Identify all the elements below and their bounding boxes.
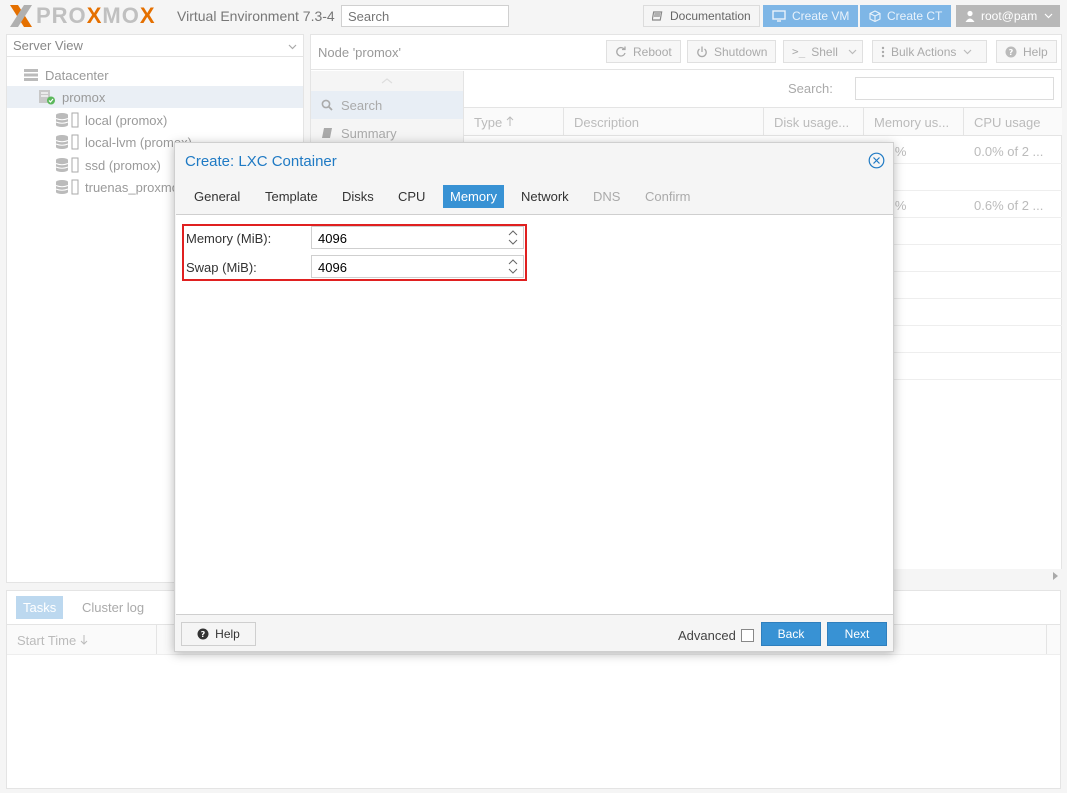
dialog-title: Create: LXC Container — [185, 153, 337, 170]
node-title: Node 'promox' — [318, 45, 402, 60]
question-icon: ? — [1005, 46, 1017, 58]
version-label: Virtual Environment 7.3-4 — [177, 8, 335, 24]
tree-item-node[interactable]: promox — [7, 86, 303, 108]
svg-text:?: ? — [1009, 48, 1014, 57]
grid-search-input[interactable] — [855, 77, 1054, 100]
reboot-button[interactable]: Reboot — [606, 40, 681, 63]
top-header: PROXMOX Virtual Environment 7.3-4 Docume… — [0, 0, 1067, 33]
tab-general[interactable]: General — [187, 185, 247, 208]
grid-search-label: Search: — [788, 81, 833, 96]
cube-icon — [869, 10, 881, 22]
column-header-disk[interactable]: Disk usage... — [774, 115, 849, 130]
book-icon — [652, 10, 664, 22]
storage-icon — [55, 179, 79, 195]
spinner-icon[interactable] — [508, 229, 518, 246]
chevron-right-icon — [1053, 572, 1058, 580]
tree-item-storage[interactable]: local (promox) — [7, 109, 303, 131]
chevron-down-icon — [848, 49, 857, 55]
tab-dns: DNS — [593, 189, 621, 204]
nav-scroll-up[interactable] — [311, 71, 463, 91]
nav-item-search[interactable]: Search — [311, 91, 463, 119]
documentation-button[interactable]: Documentation — [643, 5, 760, 27]
advanced-label: Advanced — [678, 628, 736, 643]
storage-icon — [55, 157, 79, 173]
tab-confirm: Confirm — [645, 189, 691, 204]
dialog-footer: ? Help Advanced Back Next — [175, 617, 893, 651]
memory-form: Memory (MiB): 4096 Swap (MiB): 4096 — [176, 214, 893, 615]
memory-input[interactable]: 4096 — [311, 226, 524, 249]
user-menu-button[interactable]: root@pam — [956, 5, 1060, 27]
datacenter-icon — [23, 68, 39, 82]
global-search-input[interactable] — [341, 5, 509, 27]
column-header-memory[interactable]: Memory us... — [874, 115, 949, 130]
tab-tasks[interactable]: Tasks — [16, 596, 64, 619]
tab-network[interactable]: Network — [514, 185, 576, 208]
create-vm-button[interactable]: Create VM — [763, 5, 859, 27]
column-header-type[interactable]: Type — [474, 115, 514, 130]
sort-asc-icon — [506, 116, 514, 126]
question-icon: ? — [197, 628, 209, 640]
column-header-description[interactable]: Description — [574, 115, 639, 130]
tree-item-datacenter[interactable]: Datacenter — [7, 64, 303, 86]
book-icon — [321, 127, 333, 139]
back-button[interactable]: Back — [761, 622, 821, 646]
bulk-actions-button[interactable]: Bulk Actions — [872, 40, 987, 63]
advanced-checkbox[interactable] — [741, 629, 754, 642]
storage-icon — [55, 134, 79, 150]
tab-cpu[interactable]: CPU — [391, 185, 432, 208]
chevron-down-icon — [288, 38, 297, 53]
terminal-icon: >_ — [792, 45, 806, 58]
spinner-icon[interactable] — [508, 258, 518, 275]
chevron-down-icon — [963, 49, 972, 55]
shutdown-button[interactable]: Shutdown — [687, 40, 777, 63]
proxmox-x-icon — [10, 5, 32, 27]
logo-text: PROXMOX — [36, 3, 156, 28]
server-view-select[interactable]: Server View — [7, 35, 303, 57]
chevron-down-icon — [1044, 13, 1053, 19]
tab-disks[interactable]: Disks — [335, 185, 381, 208]
tab-memory[interactable]: Memory — [443, 185, 504, 208]
reboot-icon — [615, 46, 627, 58]
column-header-start-time[interactable]: Start Time — [17, 633, 88, 648]
monitor-icon — [772, 10, 786, 22]
shell-button[interactable]: >_ Shell — [783, 40, 863, 63]
create-lxc-dialog: Create: LXC Container General Template D… — [174, 142, 894, 652]
chevron-up-icon — [381, 78, 393, 84]
svg-text:?: ? — [201, 630, 206, 639]
create-ct-button[interactable]: Create CT — [860, 5, 952, 27]
column-header-cpu[interactable]: CPU usage — [974, 115, 1040, 130]
tab-template[interactable]: Template — [258, 185, 325, 208]
grid-header: Type Description Disk usage... Memory us… — [464, 107, 1062, 136]
tab-cluster-log[interactable]: Cluster log — [75, 596, 151, 619]
memory-label: Memory (MiB): — [186, 231, 272, 246]
user-icon — [965, 10, 975, 22]
server-online-icon — [38, 89, 56, 105]
ellipsis-vertical-icon — [881, 46, 885, 58]
proxmox-logo: PROXMOX — [8, 3, 156, 28]
close-icon[interactable] — [868, 152, 885, 169]
sort-desc-icon — [80, 635, 88, 645]
node-toolbar: Node 'promox' Reboot Shutdown >_ Shell B… — [311, 35, 1061, 70]
search-icon — [321, 99, 333, 111]
storage-icon — [55, 112, 79, 128]
swap-label: Swap (MiB): — [186, 260, 257, 275]
node-help-button[interactable]: ? Help — [996, 40, 1057, 63]
swap-input[interactable]: 4096 — [311, 255, 524, 278]
next-button[interactable]: Next — [827, 622, 887, 646]
dialog-help-button[interactable]: ? Help — [181, 622, 256, 646]
power-icon — [696, 46, 708, 58]
dialog-tabbar: General Template Disks CPU Memory Networ… — [175, 183, 893, 213]
